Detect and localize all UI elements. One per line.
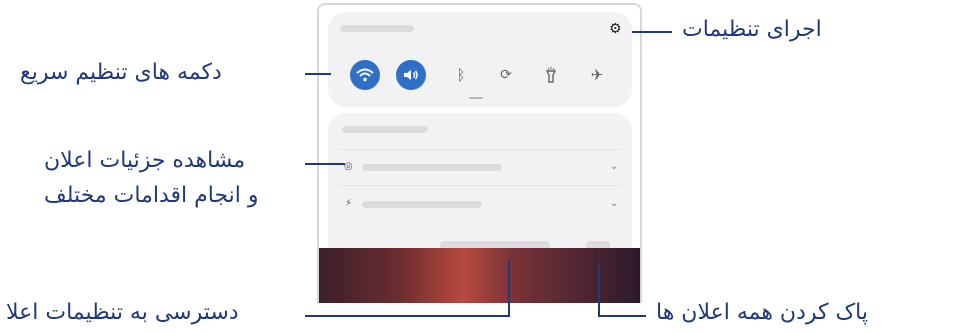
label-details-line1: مشاهده جزئیات اعلان <box>44 148 246 173</box>
blurred-notification-text <box>362 201 482 208</box>
notification-app-icon: ◎ <box>344 161 353 172</box>
wifi-icon[interactable] <box>350 60 380 90</box>
divider <box>338 149 622 150</box>
charging-icon: ⚡ <box>345 198 353 209</box>
callout-line-notif-settings-v <box>508 260 510 317</box>
divider <box>338 185 622 186</box>
bluetooth-icon[interactable]: ᛒ <box>446 60 476 90</box>
callout-line-notif-settings-h <box>305 315 510 317</box>
panel-handle[interactable] <box>469 97 483 99</box>
quick-settings-card: ⚙ ᛒ ⟳ ✈ <box>328 12 632 107</box>
callout-line-quick-buttons <box>305 73 331 75</box>
blurred-section-title <box>342 126 428 133</box>
callout-line-settings <box>632 31 672 33</box>
label-details-line2: و انجام اقدامات مختلف <box>44 183 259 208</box>
gear-icon[interactable]: ⚙ <box>609 21 622 37</box>
wallpaper <box>319 248 640 303</box>
phone-notification-panel: ⚙ ᛒ ⟳ ✈ ◎ ⌄ ⚡ ⌄ <box>317 3 642 303</box>
auto-rotate-icon[interactable]: ⟳ <box>491 60 521 90</box>
sound-icon[interactable] <box>396 60 426 90</box>
callout-line-clear-all-v <box>598 265 600 317</box>
callout-line-clear-all-h <box>598 315 646 317</box>
blurred-status-text <box>340 25 414 32</box>
chevron-down-icon[interactable]: ⌄ <box>610 199 618 209</box>
label-settings: اجرای تنظیمات <box>682 17 822 42</box>
airplane-icon[interactable]: ✈ <box>582 60 612 90</box>
label-quick-buttons: دکمه های تنظیم سریع <box>20 60 222 85</box>
flashlight-icon[interactable] <box>536 60 566 90</box>
callout-line-details <box>305 163 345 165</box>
label-notification-settings: دسترسی به تنظیمات اعلا <box>6 300 239 325</box>
label-clear-all: پاک کردن همه اعلان ها <box>656 300 868 325</box>
chevron-down-icon[interactable]: ⌄ <box>610 162 618 172</box>
blurred-notification-text <box>362 164 502 171</box>
